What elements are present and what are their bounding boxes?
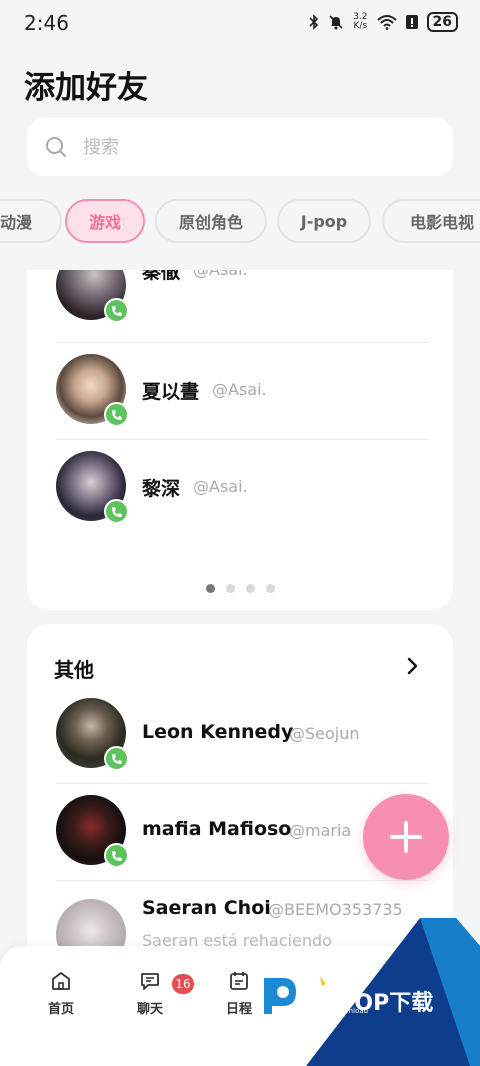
- avatar: [56, 270, 129, 323]
- contact-name: Saeran Choi: [142, 897, 271, 919]
- contact-row[interactable]: Leon Kennedy @Seojun: [27, 687, 453, 784]
- chevron-right-icon[interactable]: [405, 655, 421, 677]
- nav-home[interactable]: 首页: [31, 970, 91, 1017]
- page-dot[interactable]: [245, 584, 255, 593]
- bottom-nav: 首页 聊天 日程: [0, 946, 480, 1066]
- contact-handle: @Asai.: [212, 380, 267, 399]
- phone-icon: [104, 499, 129, 524]
- section-title: 其他: [54, 658, 94, 682]
- tab-games[interactable]: 游戏: [65, 199, 145, 243]
- avatar: [56, 698, 129, 771]
- chat-icon: [141, 973, 159, 990]
- page-dot[interactable]: [205, 584, 215, 593]
- unread-badge: 16: [172, 974, 194, 994]
- contact-handle: @BEEMO353735: [268, 900, 403, 919]
- avatar: [56, 354, 129, 427]
- page-dot[interactable]: [265, 584, 275, 593]
- home-icon: [52, 972, 70, 990]
- contact-name: 秦徹: [142, 270, 181, 283]
- contact-handle: @Asai.: [193, 477, 248, 496]
- wifi-icon: [376, 15, 397, 30]
- contact-name: 夏以晝: [142, 381, 200, 403]
- nav-chat[interactable]: 聊天: [120, 970, 180, 1017]
- phone-icon: [104, 843, 129, 868]
- category-tabs: 动漫 游戏 原创角色 J-pop 电影电视: [0, 199, 480, 245]
- nav-schedule[interactable]: 日程: [209, 970, 269, 1017]
- contact-row[interactable]: 黎深 @Asai.: [27, 440, 453, 537]
- avatar: [56, 451, 129, 524]
- status-time: 2:46: [24, 11, 69, 35]
- contact-row[interactable]: 夏以晝 @Asai.: [27, 343, 453, 440]
- search-bar[interactable]: [27, 118, 453, 176]
- contact-row[interactable]: 秦徹 @Asai.: [27, 270, 453, 343]
- tab-movies-tv[interactable]: 电影电视: [382, 199, 480, 243]
- phone-icon: [104, 298, 129, 323]
- contact-handle: @Asai.: [193, 270, 248, 279]
- nav-label: 日程: [225, 1002, 252, 1017]
- phone-icon: [104, 746, 129, 771]
- search-input[interactable]: [83, 136, 403, 158]
- nav-label: 聊天: [136, 1002, 163, 1017]
- plus-icon: [390, 821, 422, 853]
- add-friend-button[interactable]: [363, 794, 449, 880]
- bluetooth-icon: [309, 14, 319, 30]
- tab-original-characters[interactable]: 原创角色: [155, 199, 267, 243]
- tab-jpop[interactable]: J-pop: [277, 199, 371, 243]
- featured-contacts-card: 秦徹 @Asai. 夏以晝 @Asai. 黎深 @Asai.: [27, 270, 453, 610]
- status-bar: 2:46 3.2 K/s 26: [0, 0, 480, 46]
- search-icon: [46, 137, 66, 157]
- page-title: 添加好友: [24, 70, 148, 106]
- calendar-icon: [230, 972, 248, 990]
- page-dot[interactable]: [225, 584, 235, 593]
- nav-label: 首页: [47, 1002, 74, 1017]
- mute-bell-icon: [329, 15, 343, 30]
- contact-name: Leon Kennedy: [142, 721, 294, 743]
- tab-anime[interactable]: 动漫: [0, 199, 62, 243]
- contact-name: 黎深: [142, 478, 181, 500]
- battery-indicator: 26: [426, 12, 458, 32]
- net-speed: 3.2 K/s: [353, 12, 368, 31]
- alert-icon: [405, 15, 418, 29]
- status-icons: 3.2 K/s 26: [309, 12, 458, 32]
- contact-handle: @maria: [289, 821, 352, 840]
- contact-handle: @Seojun: [289, 724, 360, 743]
- phone-icon: [104, 402, 129, 427]
- pagination-dots: [27, 584, 453, 593]
- contact-name: mafia Mafioso: [142, 818, 292, 840]
- avatar: [56, 795, 129, 868]
